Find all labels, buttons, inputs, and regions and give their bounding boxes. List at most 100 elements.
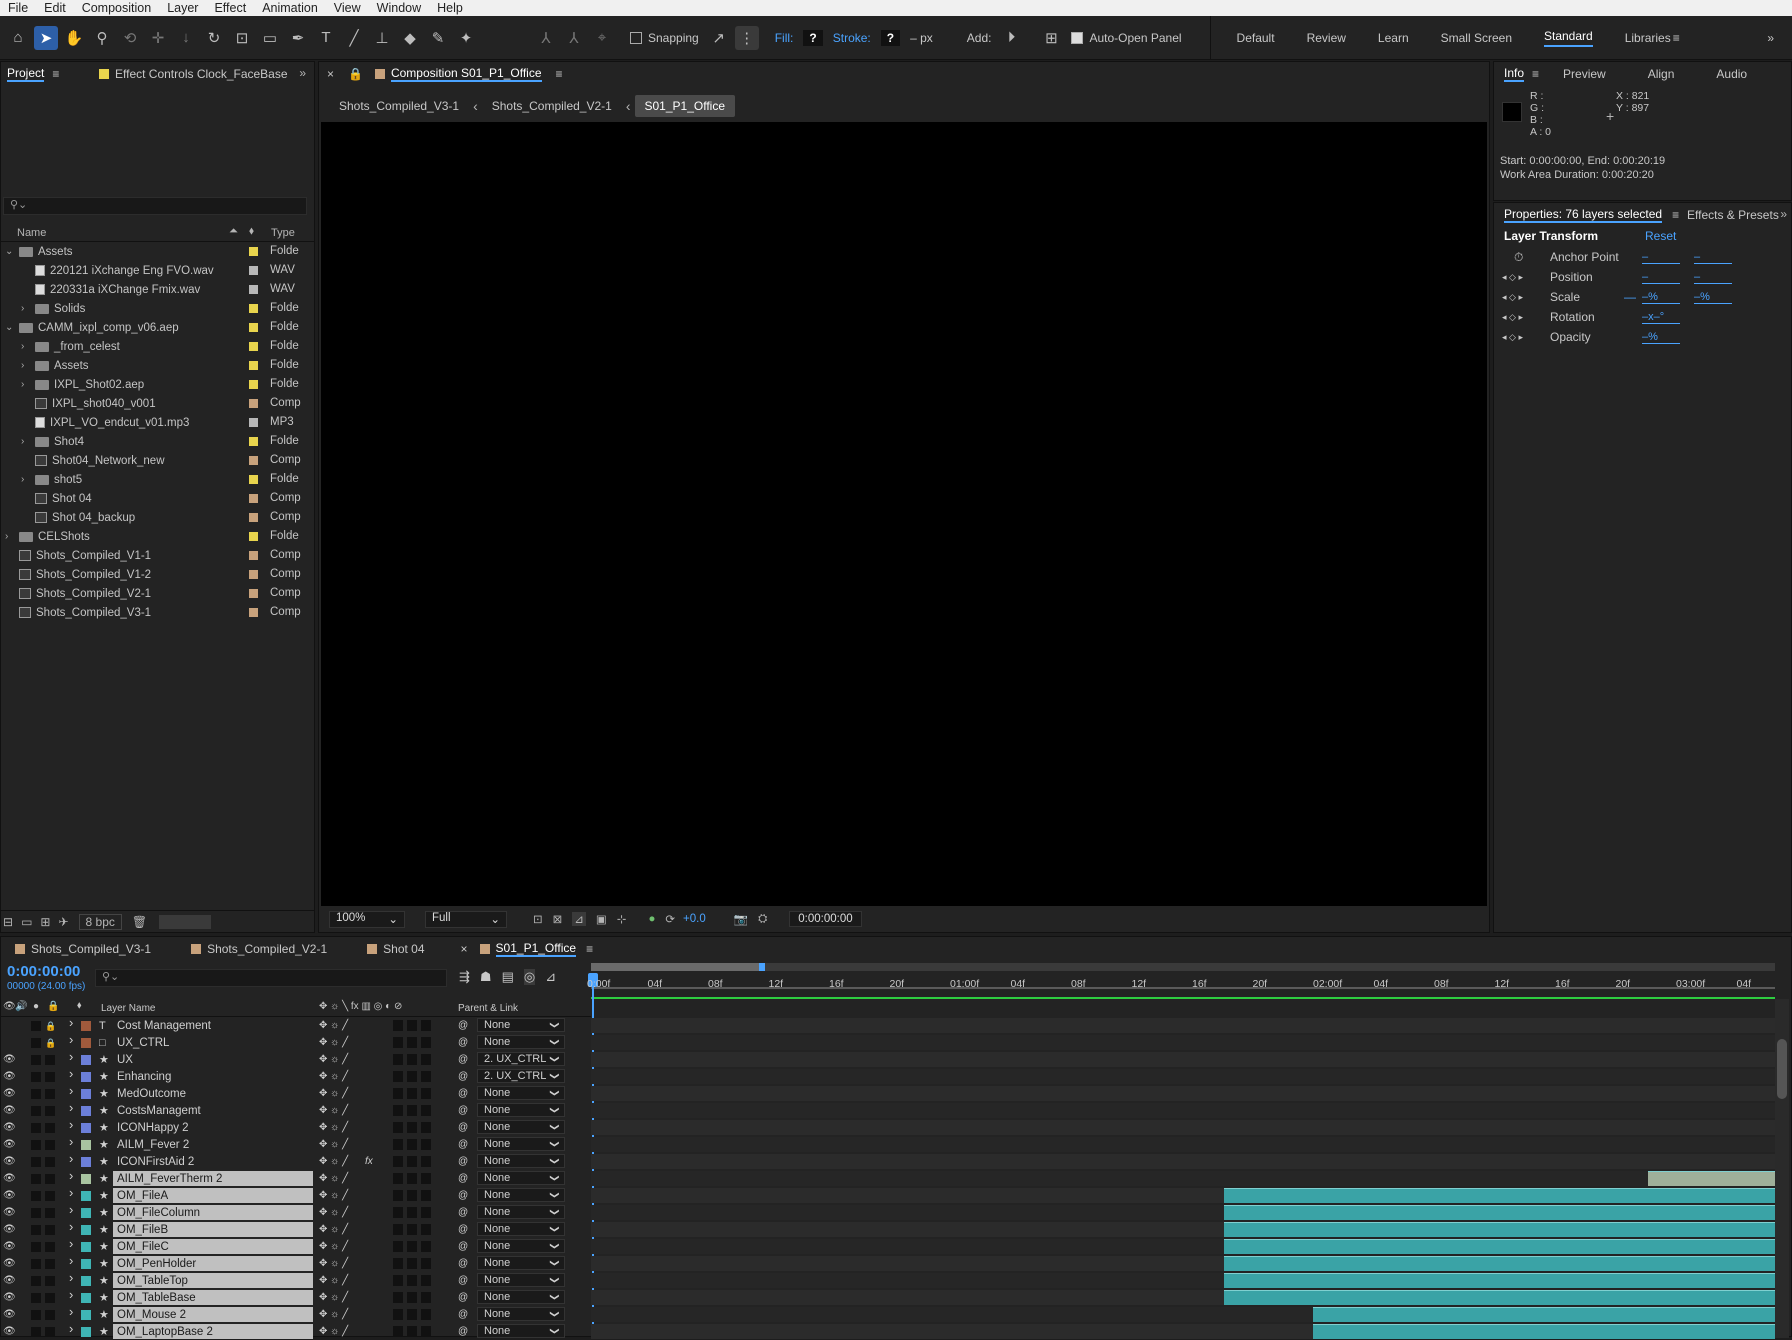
layer-label-color[interactable] [81,1326,91,1337]
keyframe-nav-icon[interactable]: ◂ ◇ ▸ [1502,272,1550,283]
solo-box[interactable] [31,1156,41,1167]
solo-box[interactable] [31,1326,41,1337]
axis-view-icon[interactable]: ⌖ [590,26,614,50]
expand-icon[interactable]: › [69,1253,73,1268]
layer-name[interactable]: ICONHappy 2 [117,1122,189,1134]
lock-icon[interactable]: 🔒 [45,1021,56,1031]
parent-select[interactable]: None [477,1290,565,1304]
disclosure-open-icon[interactable]: ⌄ [5,322,19,333]
parent-select[interactable]: None [477,1018,565,1032]
layer-name[interactable]: AILM_Fever 2 [117,1139,189,1151]
layer-track[interactable] [591,1086,1775,1101]
layer-name[interactable]: OM_FileA [117,1190,168,1202]
col-layer-name[interactable]: Layer Name [101,1003,155,1014]
col-type[interactable]: Type [271,227,295,239]
label-color-swatch[interactable] [249,246,258,256]
pickwhip-icon[interactable]: @ [458,1020,468,1031]
solo-box[interactable] [31,1037,41,1048]
info-tab-preview[interactable]: Preview [1563,62,1606,86]
new-comp-icon[interactable]: ⊞ [40,915,50,929]
solo-box[interactable] [31,1105,41,1116]
home-icon[interactable]: ⌂ [6,26,30,50]
frame-blending-icon[interactable]: ▤ [502,969,514,985]
layer-track[interactable] [591,1069,1775,1084]
property-value-1[interactable]: – [1642,251,1680,264]
properties-tab[interactable]: Properties: 76 layers selected ≡ [1504,203,1679,227]
stroke-swatch[interactable]: ? [880,29,901,46]
solo-box[interactable] [31,1292,41,1303]
menu-layer[interactable]: Layer [159,1,206,15]
eye-icon[interactable]: 👁 [3,1224,16,1235]
label-color-swatch[interactable] [249,398,258,408]
solo-box[interactable] [31,1190,41,1201]
label-color-swatch[interactable] [249,493,258,503]
dolly-camera-icon[interactable]: ↓ [174,26,198,50]
brush-tool-icon[interactable]: ╱ [342,26,366,50]
layer-name[interactable]: OM_TableTop [117,1275,188,1287]
workspace-small-screen[interactable]: Small Screen [1441,31,1512,45]
menu-help[interactable]: Help [429,1,471,15]
project-search-input[interactable]: ⚲⌄ [3,197,307,215]
layer-label-color[interactable] [81,1309,91,1320]
pickwhip-icon[interactable]: @ [458,1207,468,1218]
layer-row[interactable]: 👁 › ★ Enhancing ✥ ☼ ╱ @2. UX_CTRL [1,1066,591,1085]
layer-duration-bar[interactable] [1224,1188,1775,1203]
label-color-swatch[interactable] [249,360,258,370]
eye-icon[interactable]: 👁 [3,1241,16,1252]
eye-icon[interactable]: 👁 [3,1292,16,1303]
parent-select[interactable]: None [477,1137,565,1151]
switch-boxes[interactable] [393,1207,433,1218]
timeline-tab[interactable]: Shots_Compiled_V3-1 [11,937,151,961]
solo-box[interactable] [31,1020,41,1031]
layer-duration-bar[interactable] [1313,1307,1775,1322]
parent-select[interactable]: None [477,1307,565,1321]
label-color-swatch[interactable] [249,588,258,598]
unlock-box[interactable] [45,1292,55,1303]
new-folder-icon[interactable]: ▭ [21,915,32,929]
disclosure-closed-icon[interactable]: › [21,341,35,352]
property-value-1[interactable]: – [1642,271,1680,284]
panel-menu-icon[interactable]: ≡ [1532,67,1539,81]
layer-switches[interactable]: ✥ ☼ ╱ [319,1309,348,1320]
layer-label-color[interactable] [81,1122,91,1133]
layer-track[interactable] [591,1018,1775,1033]
layer-duration-bar[interactable] [1224,1239,1775,1254]
unlock-box[interactable] [45,1224,55,1235]
unlock-box[interactable] [45,1071,55,1082]
layer-row[interactable]: 👁 › ★ OM_FileColumn ✥ ☼ ╱ @ None [1,1202,591,1221]
expand-icon[interactable]: › [69,1185,73,1200]
region-of-interest-icon[interactable]: ▣ [596,912,607,926]
switch-boxes[interactable] [393,1156,433,1167]
expand-icon[interactable]: › [69,1066,73,1081]
lock-column-icon[interactable]: 🔒 [47,1001,59,1012]
layer-name[interactable]: Enhancing [117,1071,171,1083]
solo-box[interactable] [31,1054,41,1065]
disclosure-closed-icon[interactable]: › [21,474,35,485]
panel-menu-icon[interactable]: ≡ [586,942,593,956]
layer-row[interactable]: 👁 › ★ OM_Mouse 2 ✥ ☼ ╱ @ None [1,1304,591,1323]
layer-row[interactable]: 👁 › ★ OM_TableTop ✥ ☼ ╱ @ None [1,1270,591,1289]
expand-icon[interactable]: › [69,1032,73,1047]
switch-boxes[interactable] [393,1241,433,1252]
expand-icon[interactable]: › [69,1236,73,1251]
property-value-1[interactable]: –% [1642,291,1680,304]
label-color-swatch[interactable] [249,607,258,617]
keyframe-nav-icon[interactable]: ◂ ◇ ▸ [1502,292,1550,303]
info-tab-audio[interactable]: Audio [1716,62,1747,86]
eye-icon[interactable]: 👁 [3,1071,16,1082]
layer-switches[interactable]: ✥ ☼ ╱ [319,1122,348,1133]
layer-name[interactable]: OM_FileB [117,1224,168,1236]
resolution-select[interactable]: Full ⌄ [425,910,507,928]
layer-name[interactable]: OM_LaptopBase 2 [117,1326,213,1338]
layer-row[interactable]: 👁 › ★ OM_LaptopBase 2 ✥ ☼ ╱ @ None [1,1321,591,1340]
timeline-tab[interactable]: × S01_P1_Office ≡ [461,937,593,961]
layer-track[interactable] [591,1171,1775,1186]
workspace-standard[interactable]: Standard [1544,29,1593,47]
layer-track[interactable] [591,1120,1775,1135]
layer-duration-bar[interactable] [1224,1256,1775,1271]
property-value-2[interactable]: –% [1694,291,1732,304]
workspace-review[interactable]: Review [1307,31,1346,45]
unlock-box[interactable] [45,1173,55,1184]
layer-switches[interactable]: ✥ ☼ ╱ [319,1275,348,1286]
switch-boxes[interactable] [393,1275,433,1286]
